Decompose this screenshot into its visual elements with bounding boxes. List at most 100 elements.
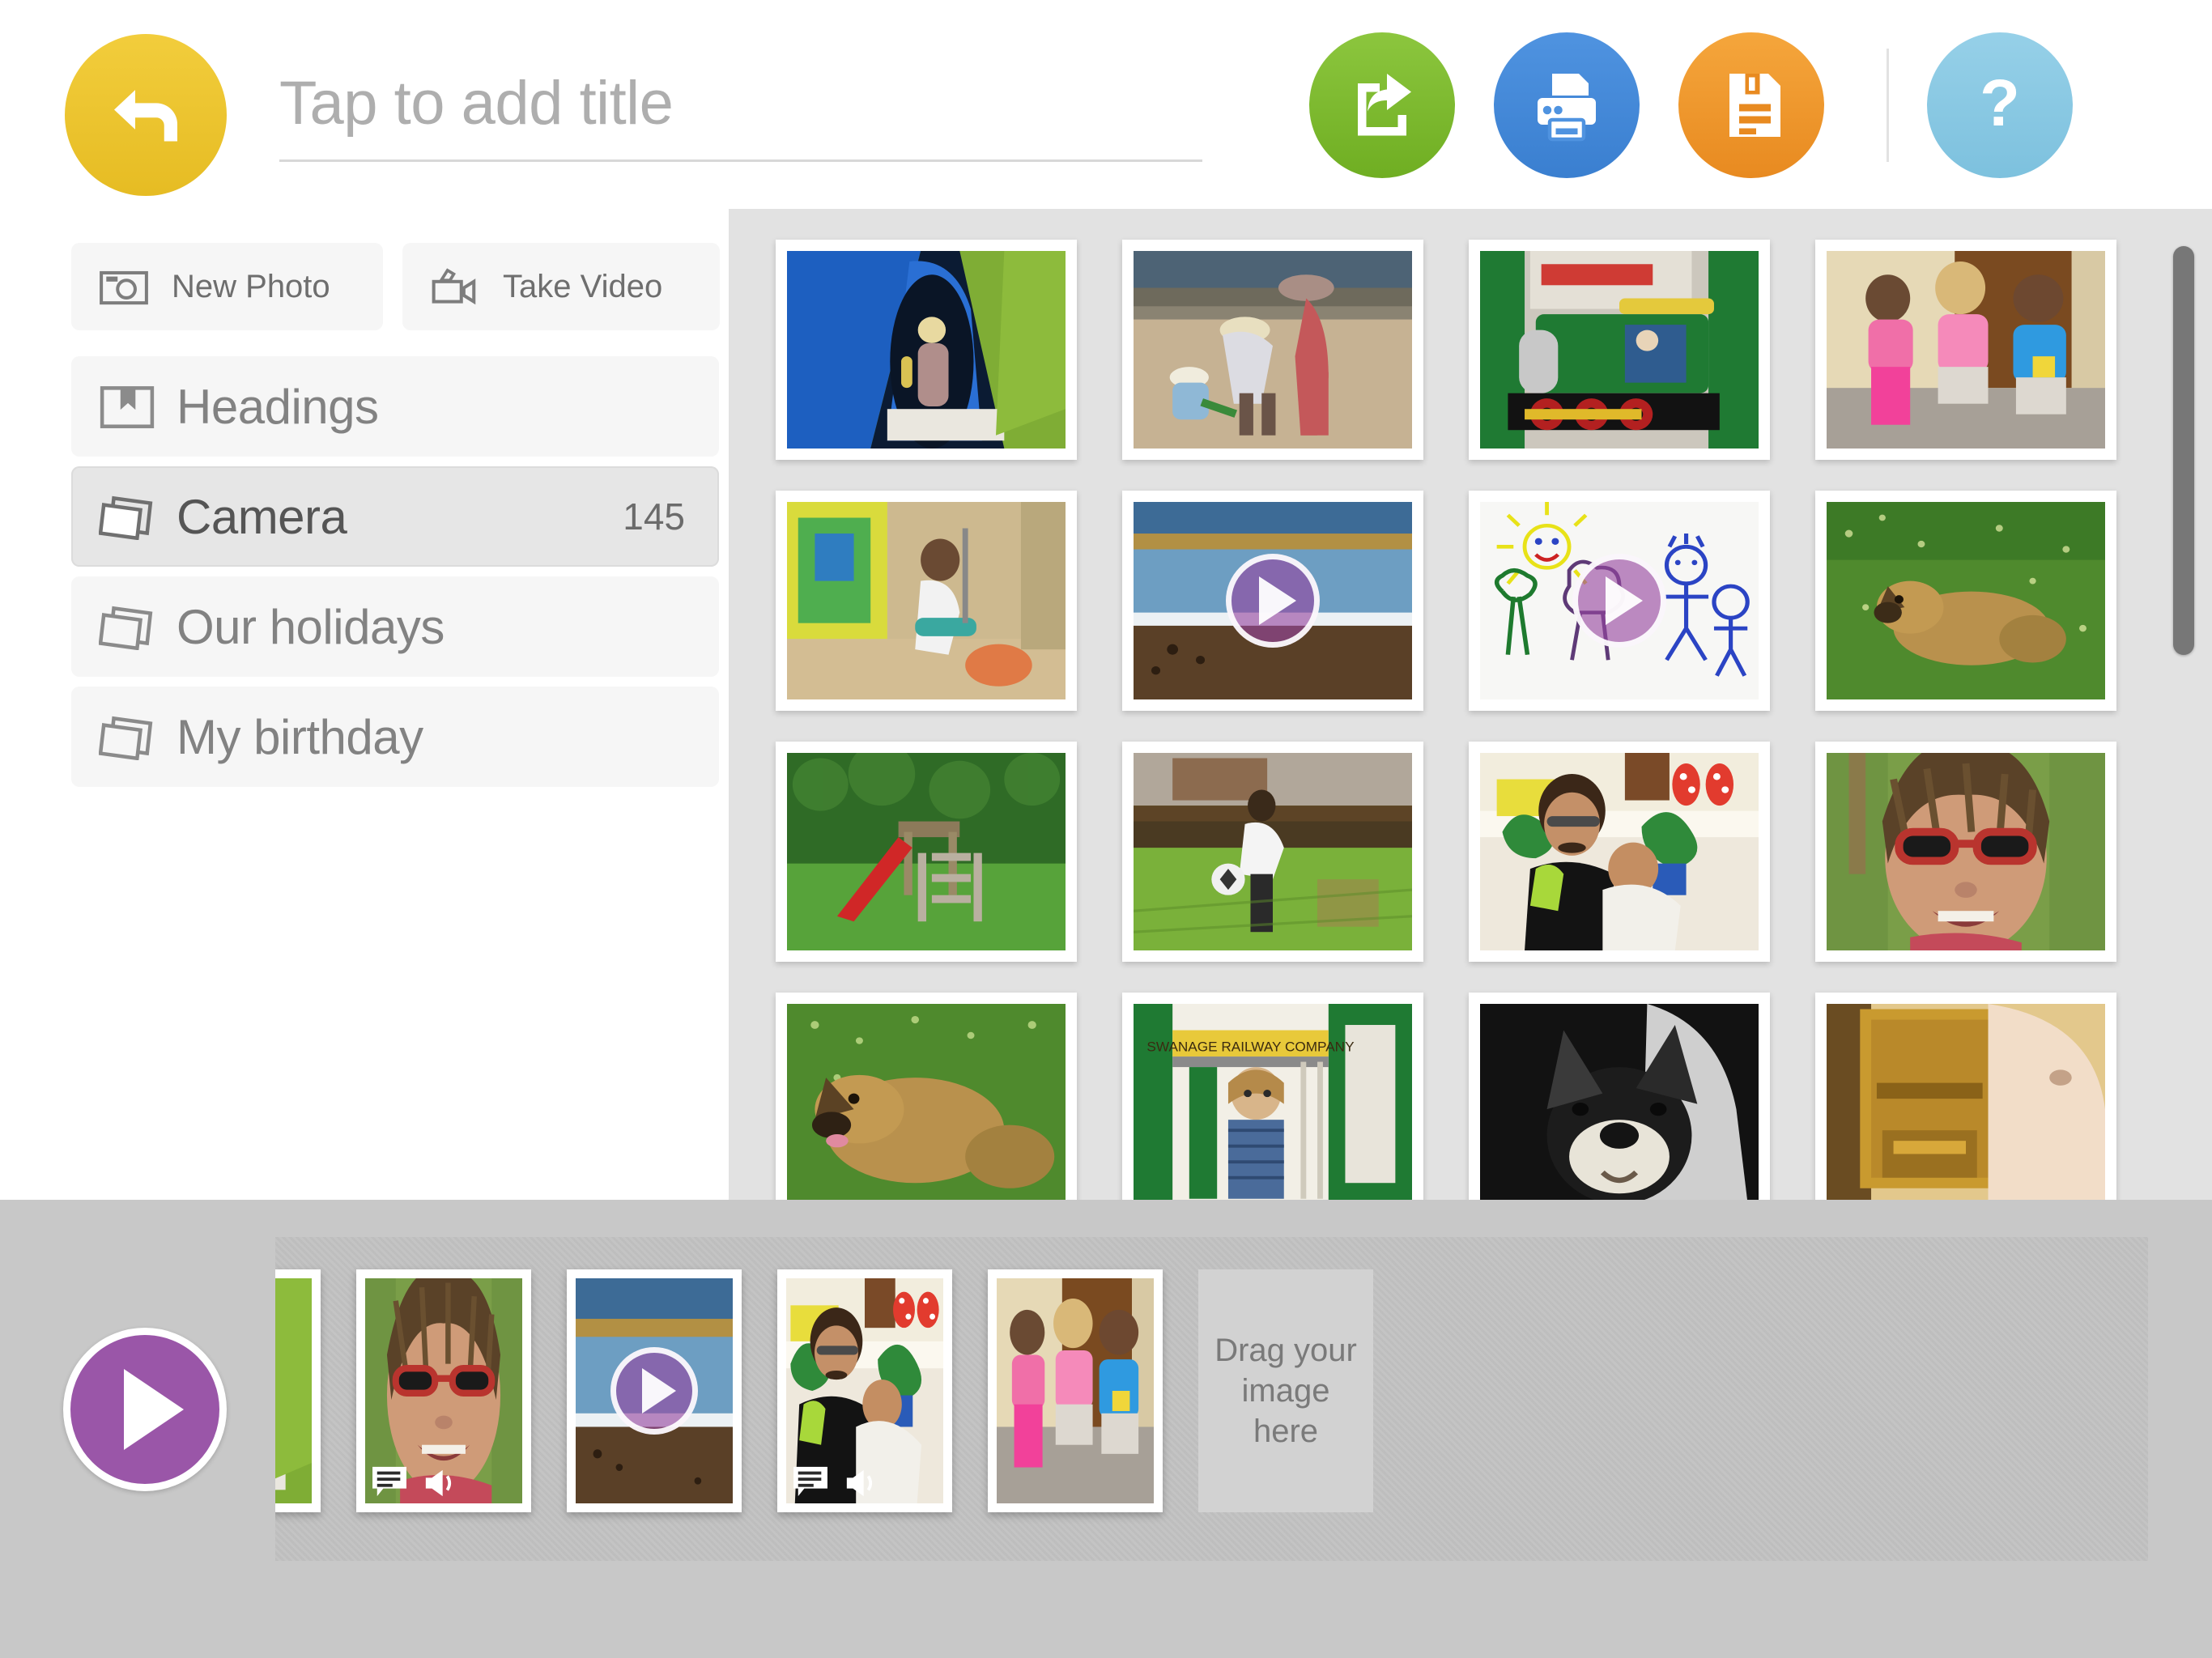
photo-dog-closeup <box>787 1004 1066 1200</box>
photo-girl-sunglasses <box>1827 753 2105 950</box>
undo-arrow-icon <box>104 73 188 157</box>
dropzone-line-1: Drag your <box>1214 1333 1357 1368</box>
title-underline <box>279 159 1202 162</box>
dropzone-label: Drag your image here <box>1198 1330 1373 1452</box>
svg-text:?: ? <box>1980 66 2020 140</box>
capture-buttons: New Photo Take Video <box>71 243 720 330</box>
grid-scrollbar-track[interactable] <box>2173 209 2194 1200</box>
photo-red-slide <box>787 753 1066 950</box>
photo-thumbnail[interactable] <box>776 993 1077 1200</box>
question-mark-icon: ? <box>1959 65 2040 146</box>
photo-thumbnail[interactable] <box>1122 240 1423 460</box>
title-input[interactable]: Tap to add title <box>279 65 1202 162</box>
album-list: Headings Camera 145 <box>71 356 719 797</box>
photo-thumbnail[interactable] <box>776 491 1077 711</box>
title-placeholder-text: Tap to add title <box>279 65 1202 142</box>
audio-speaker-icon <box>423 1469 453 1498</box>
filmstrip-panel: Drag your image here <box>275 1237 2148 1561</box>
save-document-icon <box>1712 66 1790 144</box>
filmstrip-item[interactable] <box>275 1269 321 1512</box>
sidebar-item-label: My birthday <box>177 709 423 765</box>
photo-dog-in-meadow <box>1827 502 2105 699</box>
filmstrip-item-badges <box>371 1465 453 1498</box>
photo-thumbnail[interactable] <box>776 240 1077 460</box>
sidebar-item-camera[interactable]: Camera 145 <box>71 466 719 567</box>
photo-man-and-baby <box>1480 753 1759 950</box>
photo-beach-digging <box>1134 251 1412 449</box>
filmstrip-item[interactable] <box>567 1269 742 1512</box>
photo-thumbnail video[interactable] <box>1469 491 1770 711</box>
filmstrip-bar: Drag your image here <box>0 1200 2212 1658</box>
photo-grid-row <box>776 240 2170 460</box>
sidebar-item-label: Headings <box>177 379 379 435</box>
help-button[interactable]: ? <box>1927 32 2073 178</box>
filmstrip-item[interactable] <box>356 1269 531 1512</box>
app-root: Tap to add title <box>0 0 2212 1658</box>
photo-grid-row: SWANAGE RAILWAY COMPANY <box>776 993 2170 1200</box>
photo-green-train <box>1480 251 1759 449</box>
audio-speaker-icon <box>844 1469 874 1498</box>
photo-stack-icon <box>99 493 162 540</box>
photo-thumbnail[interactable] <box>1815 993 2116 1200</box>
sidebar-item-my-birthday[interactable]: My birthday <box>71 687 719 787</box>
sidebar: New Photo Take Video Headin <box>0 202 729 1200</box>
photo-grid: SWANAGE RAILWAY COMPANY <box>729 209 2170 1200</box>
photo-thumbnail[interactable] <box>1815 240 2116 460</box>
video-play-overlay[interactable] <box>1572 554 1666 648</box>
photo-thumbnail[interactable] <box>776 742 1077 962</box>
photo-baby-wooden-box <box>1827 1004 2105 1200</box>
photo-thumbnail[interactable] <box>1469 993 1770 1200</box>
photo-thumbnail[interactable] <box>1122 742 1423 962</box>
svg-text:SWANAGE RAILWAY COMPANY: SWANAGE RAILWAY COMPANY <box>1146 1039 1354 1054</box>
new-photo-label: New Photo <box>172 269 330 305</box>
print-button[interactable] <box>1494 32 1640 178</box>
photo-stack-icon <box>99 713 162 760</box>
save-button[interactable] <box>1678 32 1824 178</box>
photo-thumbnail[interactable] <box>1815 742 2116 962</box>
share-button[interactable] <box>1309 32 1455 178</box>
photo-tent-toddler <box>275 1278 312 1503</box>
filmstrip-item[interactable] <box>777 1269 952 1512</box>
bookmark-box-icon <box>99 383 162 430</box>
photo-three-kids-steps <box>1827 251 2105 449</box>
photo-grid-panel: SWANAGE RAILWAY COMPANY <box>729 209 2212 1200</box>
back-button[interactable] <box>65 34 227 196</box>
filmstrip-item[interactable] <box>988 1269 1163 1512</box>
new-photo-button[interactable]: New Photo <box>71 243 383 330</box>
photo-football-garden <box>1134 753 1412 950</box>
photo-schnauzer <box>1480 1004 1759 1200</box>
photo-railway-company: SWANAGE RAILWAY COMPANY <box>1134 1004 1412 1200</box>
photo-thumbnail[interactable]: SWANAGE RAILWAY COMPANY <box>1122 993 1423 1200</box>
image-dropzone[interactable]: Drag your image here <box>1198 1269 1373 1512</box>
sidebar-item-headings[interactable]: Headings <box>71 356 719 457</box>
sidebar-item-label: Our holidays <box>177 599 445 655</box>
video-camera-icon <box>430 267 480 306</box>
dropzone-line-2: image here <box>1242 1373 1330 1449</box>
caption-icon <box>371 1465 408 1498</box>
take-video-label: Take Video <box>503 269 662 305</box>
camera-icon <box>99 267 149 306</box>
photo-thumbnail[interactable] <box>1469 742 1770 962</box>
video-play-overlay[interactable] <box>610 1347 698 1435</box>
caption-icon <box>792 1465 829 1498</box>
photo-stack-icon <box>99 603 162 650</box>
photo-grid-row <box>776 491 2170 711</box>
filmstrip-item-badges <box>792 1465 874 1498</box>
photo-tent-toddler <box>787 251 1066 449</box>
take-video-button[interactable]: Take Video <box>402 243 720 330</box>
album-count-badge: 145 <box>623 495 685 538</box>
sidebar-item-label: Camera <box>177 489 347 545</box>
play-story-button[interactable] <box>63 1328 227 1491</box>
photo-thumbnail[interactable] <box>1815 491 2116 711</box>
photo-grid-row <box>776 742 2170 962</box>
photo-three-kids-steps <box>997 1278 1154 1503</box>
share-export-icon <box>1343 66 1421 144</box>
video-play-overlay[interactable] <box>1226 554 1320 648</box>
grid-scrollbar-thumb[interactable] <box>2173 246 2194 655</box>
header-divider <box>1887 49 1889 162</box>
sidebar-item-our-holidays[interactable]: Our holidays <box>71 576 719 677</box>
photo-thumbnail[interactable] <box>1469 240 1770 460</box>
photo-playground-swing <box>787 502 1066 699</box>
filmstrip-scroll[interactable]: Drag your image here <box>275 1237 2148 1561</box>
photo-thumbnail video[interactable] <box>1122 491 1423 711</box>
